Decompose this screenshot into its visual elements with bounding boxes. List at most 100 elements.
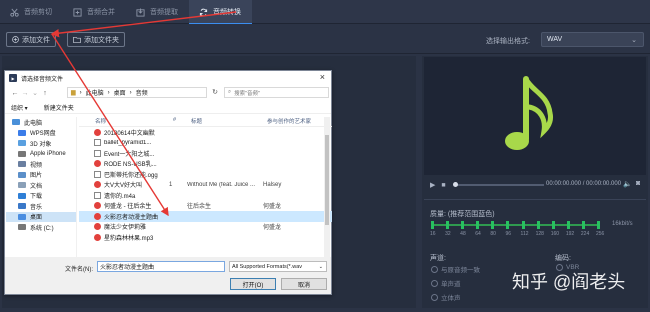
merge-icon — [73, 7, 82, 17]
volume-icon[interactable]: 🔈 — [623, 180, 632, 188]
up-arrow-icon[interactable]: ↑ — [40, 90, 50, 97]
file-row[interactable]: 大V大V好大叫 1 Without Me (feat. Juice ... Halse… — [79, 180, 332, 191]
tab-audio-extract[interactable]: 音频提取 — [126, 0, 189, 24]
nav-item-downloads[interactable]: 下载 — [6, 191, 76, 202]
quality-tick[interactable] — [491, 221, 495, 229]
filename-label: 文件名(N): — [65, 267, 93, 273]
cancel-button[interactable]: 取消 — [281, 278, 327, 290]
channel-option-label: 与原音频一致 — [441, 267, 480, 274]
output-format-label: 选择输出格式: — [486, 38, 530, 45]
audio-file-icon — [94, 181, 101, 189]
file-artist: 何盛龙 — [263, 225, 282, 232]
channel-option-stereo[interactable]: 立体声 — [431, 292, 461, 302]
breadcrumb-item[interactable]: 桌面 — [114, 88, 126, 97]
new-folder-button[interactable]: 新建文件夹 — [44, 103, 74, 112]
column-header-title[interactable]: 标题 — [187, 117, 263, 126]
plus-circle-icon — [12, 36, 19, 43]
dialog-title-bar: ▶ 请选择音频文件 × — [5, 71, 331, 85]
file-icon — [94, 149, 101, 157]
nav-item-music[interactable]: 音乐 — [6, 201, 76, 212]
filename-input[interactable]: 火影忍者动漫主题曲 — [97, 261, 225, 272]
dialog-title: 请选择音频文件 — [21, 76, 64, 83]
nav-item-pictures[interactable]: 图片 — [6, 170, 76, 181]
output-format-value: WAV — [547, 36, 563, 43]
nav-item-system-c[interactable]: 系统 (C:) — [6, 222, 76, 233]
quality-tick[interactable] — [566, 221, 570, 229]
quality-tick[interactable] — [521, 221, 525, 229]
file-row[interactable]: 遗你的.m4a — [79, 190, 332, 201]
camera-icon[interactable]: ◙ — [636, 180, 640, 187]
channel-option-original[interactable]: 与原音频一致 — [431, 264, 480, 274]
quality-tick[interactable] — [506, 221, 510, 229]
open-button[interactable]: 打开(O) — [230, 278, 276, 290]
nav-item-label: 3D 对象 — [30, 141, 52, 148]
quality-tick[interactable] — [551, 221, 555, 229]
search-placeholder: 搜索"音频" — [234, 90, 260, 97]
file-name: 遗你的.m4a — [104, 193, 136, 200]
audio-file-icon — [94, 212, 101, 220]
quality-tick[interactable] — [597, 221, 600, 229]
refresh-icon[interactable]: ↻ — [210, 88, 220, 96]
column-header-name[interactable]: 名称 — [79, 117, 167, 126]
progress-knob[interactable] — [453, 182, 458, 187]
nav-item-wps[interactable]: WPS网盘 — [6, 128, 76, 139]
play-icon[interactable]: ▶ — [430, 181, 435, 189]
file-row[interactable]: 何盛龙 - 往后余生 往后余生 何盛龙 — [79, 201, 332, 212]
folder-plus-icon — [73, 36, 81, 43]
breadcrumb[interactable]: ▆ › 此电脑 › 桌面 › 音频 — [67, 87, 207, 98]
tab-audio-cut[interactable]: 音频剪切 — [0, 0, 63, 24]
quality-tick[interactable] — [431, 221, 434, 229]
add-folder-label: 添加文件夹 — [84, 36, 119, 44]
stop-icon[interactable]: ■ — [441, 182, 445, 189]
forward-arrow-icon[interactable]: → — [20, 90, 30, 97]
output-format-select[interactable]: WAV ⌄ — [541, 32, 644, 47]
nav-item-videos[interactable]: 视频 — [6, 159, 76, 170]
quality-tick[interactable] — [476, 221, 480, 229]
add-file-button[interactable]: 添加文件 — [6, 32, 56, 47]
file-row[interactable]: RODE NS-USB乳... — [79, 159, 332, 170]
video-icon — [18, 161, 26, 168]
nav-item-desktop[interactable]: 桌面 — [6, 211, 76, 222]
quality-tick[interactable] — [446, 221, 450, 229]
file-icon — [94, 139, 101, 147]
add-folder-button[interactable]: 添加文件夹 — [67, 32, 125, 47]
file-row[interactable]: ballet_pyramid1... — [79, 138, 332, 149]
nav-item-this-pc[interactable]: 此电脑 — [6, 117, 76, 128]
progress-slider[interactable] — [453, 182, 544, 187]
nav-item-3d[interactable]: 3D 对象 — [6, 138, 76, 149]
column-header-number[interactable]: # — [167, 117, 187, 126]
quality-tick[interactable] — [581, 221, 585, 229]
filetype-select[interactable]: All Supported Formats(*.wav ⌄ — [229, 261, 327, 272]
tab-audio-merge[interactable]: 音频合并 — [63, 0, 126, 24]
close-icon[interactable]: × — [320, 72, 325, 82]
add-file-label: 添加文件 — [22, 36, 50, 44]
vertical-scrollbar[interactable] — [324, 117, 330, 259]
file-row[interactable]: 20180614中文幽默 — [79, 127, 332, 138]
file-row[interactable]: 巴斯蒂托你还能.ogg — [79, 169, 332, 180]
quality-tick[interactable] — [536, 221, 540, 229]
file-row[interactable]: 星豹森林林果.mp3 — [79, 232, 332, 243]
quality-value: 64 — [475, 231, 481, 237]
tab-audio-convert[interactable]: 音频转换 — [189, 0, 252, 25]
breadcrumb-item[interactable]: 音频 — [136, 88, 148, 97]
quality-tick[interactable] — [461, 221, 465, 229]
back-arrow-icon[interactable]: ← — [10, 90, 20, 97]
navigation-pane: 此电脑 WPS网盘 3D 对象 Apple iPhone 视频 图片 文档 下载… — [6, 117, 77, 259]
nav-item-documents[interactable]: 文档 — [6, 180, 76, 191]
column-header-artist[interactable]: 参与创作的艺术家 — [263, 117, 311, 126]
organize-button[interactable]: 组织 ▾ — [11, 103, 28, 112]
audio-file-icon — [94, 223, 101, 231]
quality-slider[interactable] — [431, 221, 600, 229]
file-row[interactable]: 火影忍者动漫主题曲 — [79, 211, 332, 222]
nav-item-iphone[interactable]: Apple iPhone — [6, 149, 76, 160]
nav-item-label: 图片 — [30, 173, 43, 180]
file-row[interactable]: 魔法少女伊莉雅 何盛龙 — [79, 222, 332, 233]
search-input[interactable]: ⌕ 搜索"音频" — [224, 87, 329, 98]
scrollbar-thumb[interactable] — [325, 135, 329, 225]
breadcrumb-separator: › — [129, 89, 132, 96]
breadcrumb-item[interactable]: 此电脑 — [86, 88, 104, 97]
channel-option-mono[interactable]: 单声道 — [431, 278, 461, 288]
chevron-down-icon[interactable]: ⌄ — [30, 89, 40, 97]
nav-item-label: WPS网盘 — [30, 131, 56, 138]
file-row[interactable]: Event一大阳之城... — [79, 148, 332, 159]
